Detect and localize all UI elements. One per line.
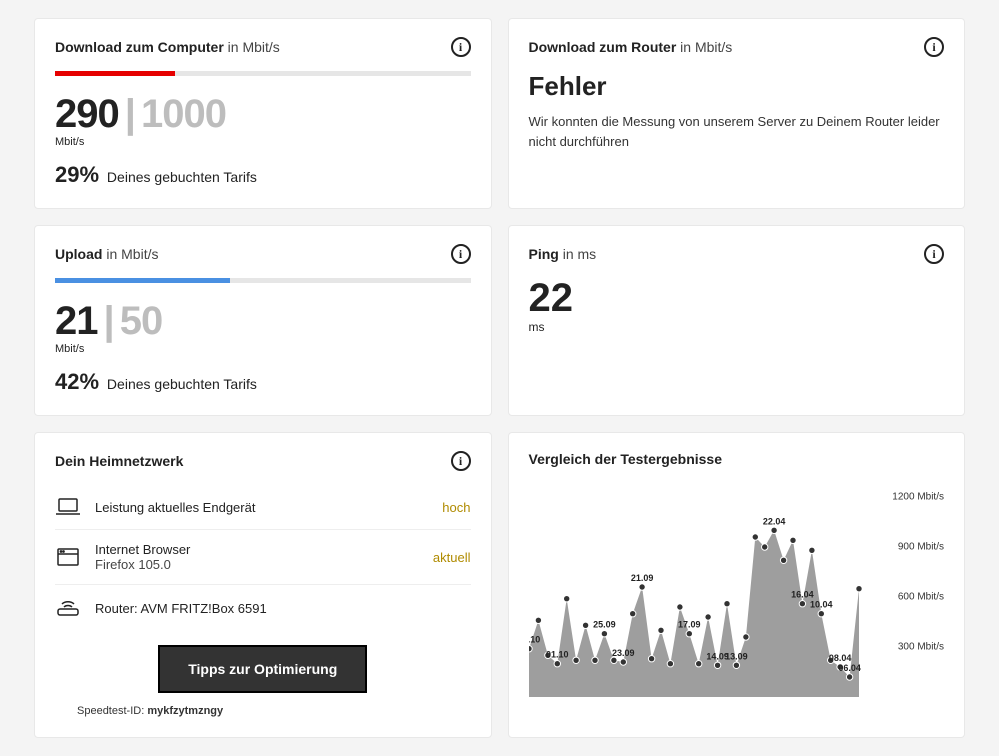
network-card: Dein Heimnetzwerk i Leistung aktuelles E…: [34, 432, 492, 738]
chart-point-label: 16.04: [791, 590, 814, 600]
network-row-badge: aktuell: [433, 550, 471, 565]
chart-point: [752, 534, 758, 540]
chart-point: [657, 627, 663, 633]
chart-point: [742, 634, 748, 640]
chart-point: [714, 662, 720, 668]
browser-icon: [55, 547, 81, 567]
chart-point: [686, 631, 692, 637]
download-title: Download zum Computer in Mbit/s: [55, 39, 280, 55]
chart-point-label: 21.09: [630, 573, 653, 583]
info-icon[interactable]: i: [924, 244, 944, 264]
chart-point-label: 23.09: [612, 648, 635, 658]
download-pct: 29% Deines gebuchten Tarifs: [55, 162, 471, 188]
router-icon: [55, 597, 81, 619]
network-row-badge: hoch: [442, 500, 470, 515]
chart-point: [572, 657, 578, 663]
chart-point: [554, 661, 560, 667]
chart-point: [855, 586, 861, 592]
chart-point: [529, 646, 532, 652]
chart-point: [808, 547, 814, 553]
chart-point: [591, 657, 597, 663]
upload-pct: 42% Deines gebuchten Tarifs: [55, 369, 471, 395]
compare-card: Vergleich der Testergebnisse 07.10 01.10 2…: [508, 432, 966, 738]
chart-point-label: 10.04: [810, 600, 833, 610]
download-value: 290 | 1000: [55, 94, 471, 134]
upload-value: 21 | 50: [55, 301, 471, 341]
chart-point: [563, 596, 569, 602]
upload-progress-bar: [55, 278, 471, 283]
chart-point-label: 08.04: [828, 653, 851, 663]
network-row: Leistung aktuelles Endgerät hoch: [55, 485, 471, 530]
chart-point-label: 06.04: [838, 663, 861, 673]
ping-card: Ping in ms i 22 ms: [508, 225, 966, 416]
upload-title: Upload in Mbit/s: [55, 246, 158, 262]
info-icon[interactable]: i: [451, 37, 471, 57]
chart-point: [846, 674, 852, 680]
speedtest-id: Speedtest-ID: mykfzytmzngy: [77, 705, 471, 717]
chart-point: [818, 611, 824, 617]
y-axis-label: 1200 Mbit/s: [892, 492, 944, 503]
chart-point: [780, 557, 786, 563]
info-icon[interactable]: i: [451, 451, 471, 471]
chart-point: [789, 537, 795, 543]
ping-title: Ping in ms: [529, 246, 597, 262]
download-card: Download zum Computer in Mbit/s i 290 | …: [34, 18, 492, 209]
router-error-title: Fehler: [529, 71, 945, 102]
optimize-button[interactable]: Tipps zur Optimierung: [158, 645, 367, 693]
chart-point: [667, 661, 673, 667]
network-title: Dein Heimnetzwerk: [55, 453, 183, 469]
chart-point: [620, 659, 626, 665]
chart-point: [535, 617, 541, 623]
chart-point: [582, 622, 588, 628]
laptop-icon: [55, 497, 81, 517]
network-row-label: Router: AVM FRITZ!Box 6591: [95, 601, 457, 616]
chart-point-label: 22.04: [762, 516, 785, 526]
chart-point: [648, 656, 654, 662]
y-axis-label: 600 Mbit/s: [898, 592, 944, 603]
chart-point: [704, 614, 710, 620]
ping-unit: ms: [529, 320, 945, 334]
chart-point: [770, 527, 776, 533]
network-row-label: Internet BrowserFirefox 105.0: [95, 542, 419, 572]
chart-point-label: 07.10: [529, 635, 540, 645]
chart-point: [638, 584, 644, 590]
compare-chart: 07.1001.1025.0923.0921.0917.0914.0913.09…: [529, 497, 945, 717]
chart-point-label: 13.09: [725, 651, 748, 661]
chart-point: [723, 601, 729, 607]
chart-point: [733, 662, 739, 668]
ping-value: 22: [529, 278, 945, 318]
chart-point-label: 17.09: [678, 620, 701, 630]
chart-point: [629, 611, 635, 617]
chart-point: [676, 604, 682, 610]
chart-area: [529, 530, 859, 697]
network-row: Internet BrowserFirefox 105.0 aktuell: [55, 530, 471, 585]
chart-point-label: 25.09: [593, 620, 616, 630]
chart-point: [601, 631, 607, 637]
router-error-msg: Wir konnten die Messung von unserem Serv…: [529, 112, 945, 151]
chart-point: [761, 544, 767, 550]
upload-unit: Mbit/s: [55, 343, 471, 355]
info-icon[interactable]: i: [924, 37, 944, 57]
chart-point: [695, 661, 701, 667]
y-axis-label: 900 Mbit/s: [898, 542, 944, 553]
y-axis-label: 300 Mbit/s: [898, 642, 944, 653]
chart-point: [610, 657, 616, 663]
chart-point: [799, 601, 805, 607]
upload-card: Upload in Mbit/s i 21 | 50 Mbit/s 42% De…: [34, 225, 492, 416]
network-row: Router: AVM FRITZ!Box 6591: [55, 585, 471, 631]
router-title: Download zum Router in Mbit/s: [529, 39, 733, 55]
compare-title: Vergleich der Testergebnisse: [529, 451, 723, 467]
download-unit: Mbit/s: [55, 136, 471, 148]
network-row-label: Leistung aktuelles Endgerät: [95, 500, 428, 515]
chart-point-label: 01.10: [546, 650, 569, 660]
router-card: Download zum Router in Mbit/s i Fehler W…: [508, 18, 966, 209]
download-progress-bar: [55, 71, 471, 76]
info-icon[interactable]: i: [451, 244, 471, 264]
